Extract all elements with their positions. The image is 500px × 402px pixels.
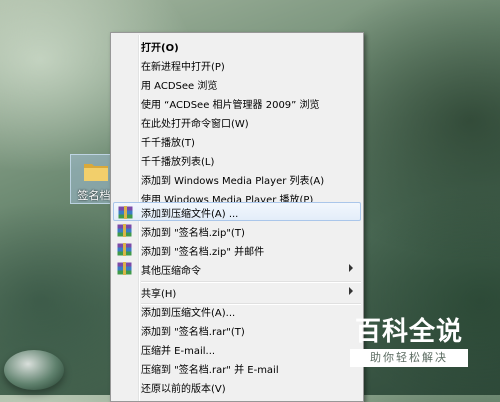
watermark-subtitle: 助你轻松解决 [350, 349, 468, 367]
menu-item-label: 使用 “ACDSee 相片管理器 2009” 浏览 [141, 100, 320, 111]
menu-item-command-window[interactable]: 在此处打开命令窗口(W) [113, 112, 361, 131]
winrar-icon [118, 206, 133, 219]
menu-item-label: 压缩到 "签名档.rar" 并 E-mail [141, 365, 279, 376]
menu-item-ttplayer-play[interactable]: 千千播放(T) [113, 131, 361, 150]
menu-item-label: 在此处打开命令窗口(W) [141, 119, 249, 130]
menu-item-add-to-zip[interactable]: 添加到 "签名档.zip"(T) [113, 221, 361, 240]
menu-item-add-to-archive-rar[interactable]: 添加到压缩文件(A)... [113, 301, 361, 320]
menu-item-label: 千千播放列表(L) [141, 157, 215, 168]
context-menu: 打开(O) 在新进程中打开(P) 用 ACDSee 浏览 使用 “ACDSee … [110, 32, 364, 402]
menu-item-label: 在新进程中打开(P) [141, 62, 225, 73]
menu-item-label: 添加到 "签名档.zip" 并邮件 [141, 247, 265, 258]
menu-item-restore-previous-versions[interactable]: 还原以前的版本(V) [113, 377, 361, 396]
winrar-icon [117, 262, 132, 275]
menu-item-label: 千千播放(T) [141, 138, 195, 149]
menu-item-other-compress[interactable]: 其他压缩命令 [113, 259, 361, 278]
menu-item-share[interactable]: 共享(H) [113, 282, 361, 301]
menu-item-label: 添加到 Windows Media Player 列表(A) [141, 176, 325, 187]
menu-item-label: 添加到压缩文件(A) ... [141, 209, 239, 220]
menu-item-acdsee-manager[interactable]: 使用 “ACDSee 相片管理器 2009” 浏览 [113, 93, 361, 112]
menu-item-open-new-process[interactable]: 在新进程中打开(P) [113, 55, 361, 74]
menu-item-add-to-zip-and-mail[interactable]: 添加到 "签名档.zip" 并邮件 [113, 240, 361, 259]
menu-item-label: 用 ACDSee 浏览 [141, 81, 218, 92]
menu-item-label: 压缩并 E-mail... [141, 346, 216, 357]
folder-icon [84, 164, 108, 181]
menu-item-wmp-add-list[interactable]: 添加到 Windows Media Player 列表(A) [113, 169, 361, 188]
submenu-arrow-icon [349, 287, 353, 295]
menu-item-compress-and-email[interactable]: 压缩并 E-mail... [113, 339, 361, 358]
menu-item-compress-rar-and-email[interactable]: 压缩到 "签名档.rar" 并 E-mail [113, 358, 361, 377]
watermark-logo: 百科全说 助你轻松解决 [350, 309, 468, 371]
menu-item-label: 还原以前的版本(V) [141, 384, 226, 395]
menu-item-open[interactable]: 打开(O) [113, 36, 361, 55]
menu-item-label: 打开(O) [141, 43, 179, 54]
menu-item-label: 添加到 "签名档.rar"(T) [141, 327, 245, 338]
menu-item-label: 共享(H) [141, 289, 177, 300]
menu-item-label: 添加到压缩文件(A)... [141, 308, 236, 319]
submenu-arrow-icon [349, 264, 353, 272]
water-drop-decoration [4, 350, 64, 390]
menu-item-acdsee-browse[interactable]: 用 ACDSee 浏览 [113, 74, 361, 93]
menu-item-add-to-archive[interactable]: 添加到压缩文件(A) ... [113, 202, 361, 221]
menu-item-ttplayer-list[interactable]: 千千播放列表(L) [113, 150, 361, 169]
menu-item-label: 添加到 "签名档.zip"(T) [141, 228, 245, 239]
winrar-icon [117, 243, 132, 256]
winrar-icon [117, 224, 132, 237]
watermark-title: 百科全说 [354, 317, 463, 347]
menu-item-add-to-rar[interactable]: 添加到 "签名档.rar"(T) [113, 320, 361, 339]
menu-item-label: 其他压缩命令 [141, 266, 201, 277]
